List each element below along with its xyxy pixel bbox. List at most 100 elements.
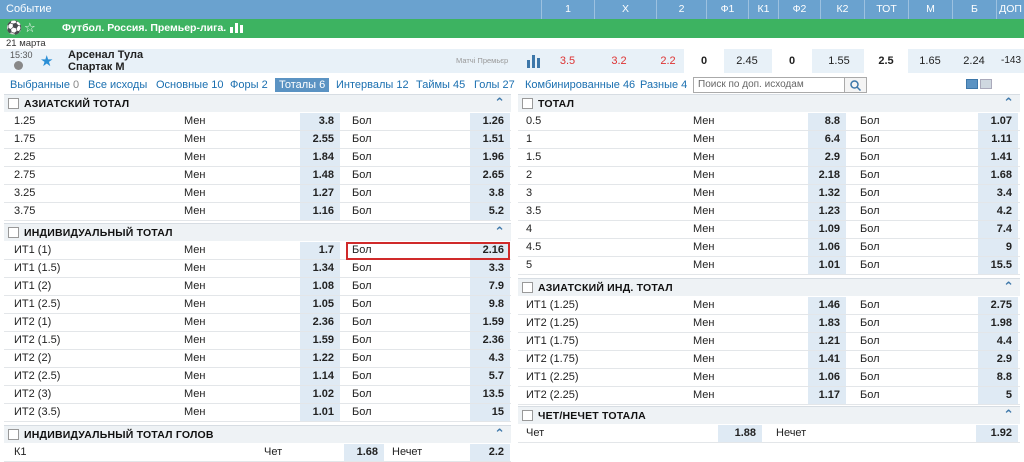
over-odd[interactable]: 4.2 — [978, 203, 1018, 220]
under-odd[interactable]: 1.14 — [300, 368, 340, 385]
checkbox[interactable] — [522, 98, 533, 109]
under-odd[interactable]: 1.84 — [300, 149, 340, 166]
odd-dop[interactable]: -143 — [998, 49, 1024, 73]
tab-main[interactable]: Основные 10 — [156, 79, 224, 91]
over-odd[interactable]: 5 — [978, 387, 1018, 404]
under-odd[interactable]: 1.34 — [300, 260, 340, 277]
odd-1[interactable]: 3.5 — [545, 49, 590, 73]
chevron-up-icon[interactable]: ⌃ — [1003, 279, 1014, 295]
under-odd[interactable]: 1.05 — [300, 296, 340, 313]
over-odd[interactable]: 7.9 — [470, 278, 510, 295]
tab-totals[interactable]: Тоталы 6 — [275, 78, 330, 92]
over-odd[interactable]: 1.68 — [978, 167, 1018, 184]
section-even-odd-total[interactable]: ЧЕТ/НЕЧЕТ ТОТАЛА ⌃ — [518, 406, 1020, 424]
under-odd[interactable]: 1.48 — [300, 167, 340, 184]
under-odd[interactable]: 1.01 — [808, 257, 846, 274]
odd-k1[interactable]: 2.45 — [724, 49, 770, 73]
over-odd[interactable]: 1.59 — [470, 314, 510, 331]
header-col-k1[interactable]: К1 — [748, 0, 778, 19]
section-individual-total[interactable]: ИНДИВИДУАЛЬНЫЙ ТОТАЛ ⌃ — [4, 223, 511, 241]
header-col-m[interactable]: М — [908, 0, 952, 19]
chevron-up-icon[interactable]: ⌃ — [1003, 407, 1014, 423]
over-odd[interactable]: 1.96 — [470, 149, 510, 166]
odd-f2[interactable]: 0 — [772, 49, 812, 73]
tab-handicaps[interactable]: Форы 2 — [230, 79, 268, 91]
under-odd[interactable]: 1.17 — [808, 387, 846, 404]
odd-odd-value[interactable]: 1.92 — [976, 425, 1018, 442]
search-input[interactable]: Поиск по доп. исходам — [693, 77, 845, 93]
under-odd[interactable]: 1.06 — [808, 239, 846, 256]
under-odd[interactable]: 6.4 — [808, 131, 846, 148]
header-col-k2[interactable]: К2 — [820, 0, 864, 19]
over-odd[interactable]: 3.3 — [470, 260, 510, 277]
over-odd[interactable]: 1.26 — [470, 113, 510, 130]
odd-x[interactable]: 3.2 — [594, 49, 644, 73]
favorite-star-icon[interactable]: ★ — [40, 52, 53, 70]
section-asian-total[interactable]: АЗИАТСКИЙ ТОТАЛ ⌃ — [4, 94, 511, 112]
over-odd[interactable]: 4.3 — [470, 350, 510, 367]
match-row[interactable]: 15:30 ★ Арсенал Тула Спартак М Матчі Пре… — [0, 49, 1024, 73]
odd-f1[interactable]: 0 — [684, 49, 724, 73]
under-odd[interactable]: 1.59 — [300, 332, 340, 349]
team2-name[interactable]: Спартак М — [68, 61, 125, 73]
over-odd[interactable]: 1.41 — [978, 149, 1018, 166]
checkbox[interactable] — [522, 282, 533, 293]
section-total[interactable]: ТОТАЛ ⌃ — [518, 94, 1020, 112]
tab-goals[interactable]: Голы 27 — [474, 79, 515, 91]
under-odd[interactable]: 1.16 — [300, 203, 340, 220]
over-odd[interactable]: 2.9 — [978, 351, 1018, 368]
under-odd[interactable]: 1.02 — [300, 386, 340, 403]
stats-icon[interactable] — [230, 21, 244, 36]
over-odd[interactable]: 1.11 — [978, 131, 1018, 148]
two-column-view-icon[interactable] — [966, 79, 978, 89]
tab-selected[interactable]: Выбранные 0 — [10, 79, 79, 91]
over-odd[interactable]: 4.4 — [978, 333, 1018, 350]
view-toggle[interactable] — [966, 79, 1006, 91]
odd-b[interactable]: 2.24 — [952, 49, 996, 73]
under-odd[interactable]: 3.8 — [300, 113, 340, 130]
checkbox[interactable] — [8, 429, 19, 440]
team1-name[interactable]: Арсенал Тула — [68, 49, 143, 61]
under-odd[interactable]: 2.18 — [808, 167, 846, 184]
over-odd[interactable]: 1.98 — [978, 315, 1018, 332]
header-col-b[interactable]: Б — [952, 0, 996, 19]
over-odd[interactable]: 15 — [470, 404, 510, 421]
under-odd[interactable]: 1.21 — [808, 333, 846, 350]
tab-halves[interactable]: Таймы 45 — [416, 79, 465, 91]
under-odd[interactable]: 1.7 — [300, 242, 340, 259]
under-odd[interactable]: 1.08 — [300, 278, 340, 295]
tab-combined[interactable]: Комбинированные 46 — [525, 79, 635, 91]
section-individual-goals[interactable]: ИНДИВИДУАЛЬНЫЙ ТОТАЛ ГОЛОВ ⌃ — [4, 425, 511, 443]
over-odd[interactable]: 15.5 — [978, 257, 1018, 274]
header-col-dop[interactable]: ДОП — [996, 0, 1024, 19]
over-odd[interactable]: 1.07 — [978, 113, 1018, 130]
chevron-up-icon[interactable]: ⌃ — [494, 95, 505, 111]
over-odd[interactable]: 13.5 — [470, 386, 510, 403]
header-col-f2[interactable]: Ф2 — [778, 0, 820, 19]
over-odd[interactable]: 1.51 — [470, 131, 510, 148]
checkbox[interactable] — [8, 227, 19, 238]
header-col-2[interactable]: 2 — [656, 0, 706, 19]
over-odd[interactable]: 3.4 — [978, 185, 1018, 202]
star-icon[interactable]: ☆ — [24, 20, 36, 36]
header-col-tot[interactable]: ТОТ — [864, 0, 908, 19]
checkbox[interactable] — [8, 98, 19, 109]
over-odd[interactable]: 9 — [978, 239, 1018, 256]
under-odd[interactable]: 1.46 — [808, 297, 846, 314]
header-col-x[interactable]: X — [594, 0, 656, 19]
over-odd[interactable]: 2.65 — [470, 167, 510, 184]
chevron-up-icon[interactable]: ⌃ — [1003, 95, 1014, 111]
search-icon[interactable] — [845, 77, 867, 93]
tab-misc[interactable]: Разные 4 — [640, 79, 687, 91]
under-odd[interactable]: 1.22 — [300, 350, 340, 367]
over-odd[interactable]: 5.2 — [470, 203, 510, 220]
under-odd[interactable]: 1.83 — [808, 315, 846, 332]
even-odd-value[interactable]: 1.88 — [718, 425, 762, 442]
under-odd[interactable]: 1.06 — [808, 369, 846, 386]
over-odd[interactable]: 2.2 — [470, 444, 510, 461]
chevron-up-icon[interactable]: ⌃ — [494, 426, 505, 442]
checkbox[interactable] — [522, 410, 533, 421]
tab-all[interactable]: Все исходы — [88, 79, 147, 91]
match-stats-icon[interactable] — [527, 53, 541, 71]
odd-tot[interactable]: 2.5 — [864, 49, 908, 73]
